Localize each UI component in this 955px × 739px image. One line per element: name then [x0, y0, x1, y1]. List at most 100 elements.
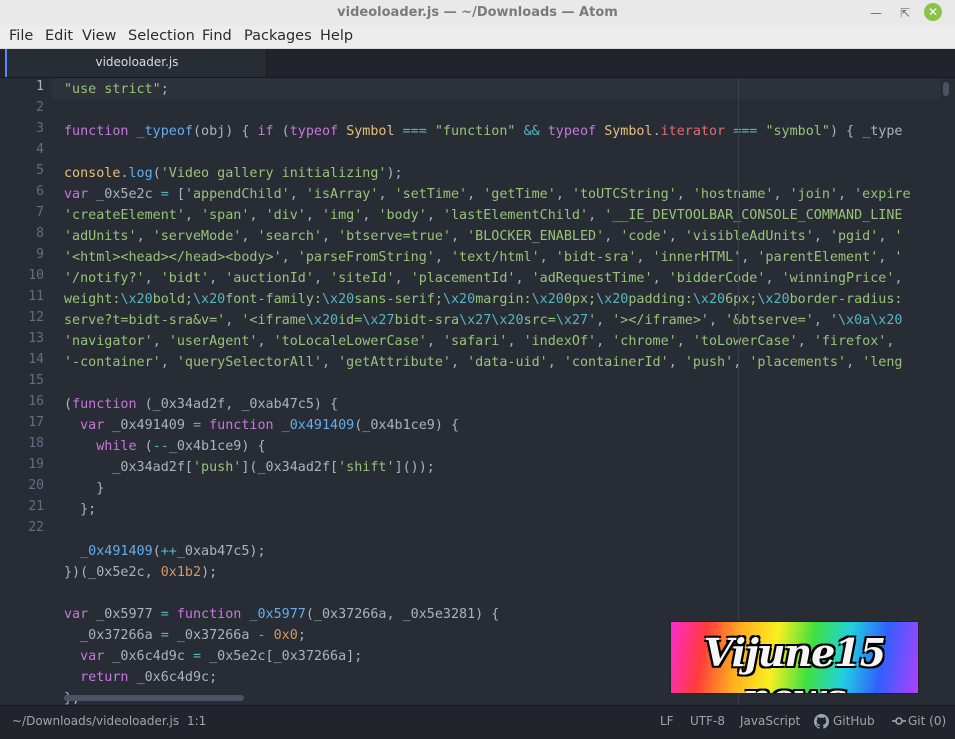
code-token: , — [362, 208, 379, 223]
code-token: 'navigator' — [64, 334, 153, 349]
line-number[interactable]: 8 — [4, 226, 44, 241]
status-encoding[interactable]: UTF-8 — [690, 714, 725, 728]
vertical-scrollbar[interactable] — [943, 82, 949, 96]
minimize-button[interactable]: — — [867, 4, 885, 22]
code-token: , — [322, 229, 339, 244]
code-token: serve?t=bidt-sra&v=' — [64, 313, 226, 328]
code-token: (_0x4b1ce9) { — [354, 418, 460, 433]
close-button[interactable]: ✕ — [924, 3, 942, 21]
code-token: 'Video gallery initializing' — [160, 166, 387, 181]
menu-file[interactable]: File — [9, 28, 33, 44]
code-token: 'placementId' — [410, 271, 516, 286]
code-line[interactable]: "use strict"; — [64, 79, 169, 100]
line-number[interactable]: 17 — [4, 415, 44, 430]
menu-find[interactable]: Find — [202, 28, 232, 44]
line-number[interactable]: 19 — [4, 457, 44, 472]
code-line[interactable]: while (--_0x4b1ce9) { — [64, 436, 265, 457]
code-line[interactable]: function _typeof(obj) { if (typeof Symbo… — [64, 121, 903, 142]
menu-selection[interactable]: Selection — [128, 28, 195, 44]
status-file-path[interactable]: ~/Downloads/videoloader.js — [12, 714, 179, 728]
code-line[interactable]: var _0x5e2c = ['appendChild', 'isArray',… — [64, 184, 911, 205]
line-number[interactable]: 6 — [4, 184, 44, 199]
code-line[interactable]: '/notify?', 'bidt', 'auctionId', 'siteId… — [64, 268, 903, 289]
code-token: '/notify?' — [64, 271, 145, 286]
line-number[interactable]: 21 — [4, 499, 44, 514]
code-token: , — [878, 250, 895, 265]
code-line[interactable]: 'navigator', 'userAgent', 'toLocaleLower… — [64, 331, 894, 352]
menu-view[interactable]: View — [82, 28, 116, 44]
status-cursor-position[interactable]: 1:1 — [187, 714, 206, 728]
github-icon[interactable] — [814, 714, 829, 729]
menu-help[interactable]: Help — [320, 28, 353, 44]
line-number[interactable]: 4 — [4, 142, 44, 157]
code-line[interactable]: 'createElement', 'span', 'div', 'img', '… — [64, 205, 902, 226]
editor-pane[interactable]: 1 2 3 4 5 6 7 8 9 10 11 12 13 14 15 16 17 18 19 20 21 22 "use… — [0, 78, 955, 705]
line-number[interactable]: 1 — [4, 79, 44, 94]
line-number[interactable]: 3 — [4, 121, 44, 136]
status-git[interactable]: Git (0) — [908, 714, 946, 728]
line-number[interactable]: 15 — [4, 373, 44, 388]
line-number-gutter[interactable]: 1 2 3 4 5 6 7 8 9 10 11 12 13 14 15 16 17 18 19 20 21 22 — [0, 78, 52, 705]
line-number[interactable]: 14 — [4, 352, 44, 367]
status-github[interactable]: GitHub — [833, 714, 875, 728]
code-line[interactable]: _0x37266a = _0x37266a - 0x0; — [64, 625, 306, 646]
code-token: 'hostname' — [692, 187, 774, 202]
code-token: , — [281, 250, 298, 265]
code-token: function — [209, 418, 274, 433]
line-number[interactable]: 9 — [4, 247, 44, 262]
code-area[interactable]: "use strict"; function _typeof(obj) { if … — [64, 78, 942, 705]
code-token: \x20 — [442, 292, 476, 307]
code-line[interactable]: '-container', 'querySelectorAll', 'getAt… — [64, 352, 903, 373]
line-number[interactable]: 2 — [4, 100, 44, 115]
code-line[interactable]: return _0x6c4d9c; — [64, 667, 217, 688]
line-number[interactable]: 16 — [4, 394, 44, 409]
code-line[interactable]: })(_0x5e2c, 0x1b2); — [64, 562, 217, 583]
line-number[interactable]: 20 — [4, 478, 44, 493]
tab-videoloader[interactable]: videoloader.js — [5, 49, 267, 77]
code-line[interactable]: 'adUnits', 'serveMode', 'search', 'btser… — [64, 226, 903, 247]
code-line[interactable]: '<html><head></head><body>', 'parseFromS… — [64, 247, 902, 268]
code-token: , — [249, 208, 266, 223]
line-number[interactable]: 5 — [4, 163, 44, 178]
line-number[interactable]: 18 — [4, 436, 44, 451]
code-token: 0px; — [563, 292, 597, 307]
restore-button[interactable]: ⇱ — [896, 4, 914, 22]
code-token: 'toUTCString' — [571, 187, 677, 202]
code-token: , — [813, 313, 830, 328]
code-token: 'firefox' — [813, 334, 887, 349]
menu-packages[interactable]: Packages — [244, 28, 312, 44]
line-number[interactable]: 22 — [4, 520, 44, 535]
code-token: === — [733, 124, 758, 139]
status-grammar[interactable]: JavaScript — [740, 714, 800, 728]
status-bar: ~/Downloads/videoloader.js 1:1 LF UTF-8 … — [0, 705, 955, 739]
code-line[interactable]: var _0x5977 = function _0x5977(_0x37266a… — [64, 604, 499, 625]
menu-edit[interactable]: Edit — [45, 28, 73, 44]
code-line[interactable]: console.log('Video gallery initializing'… — [64, 163, 403, 184]
code-token: ( — [152, 166, 161, 181]
line-number[interactable]: 7 — [4, 205, 44, 220]
code-line[interactable]: var _0x491409 = function _0x491409(_0x4b… — [64, 415, 459, 436]
horizontal-scrollbar[interactable] — [64, 695, 244, 701]
line-number[interactable]: 12 — [4, 310, 44, 325]
line-number[interactable]: 10 — [4, 268, 44, 283]
code-line[interactable]: (function (_0x34ad2f, _0xab47c5) { — [64, 394, 338, 415]
status-line-ending[interactable]: LF — [660, 714, 674, 728]
code-line[interactable]: _0x491409(++_0xab47c5); — [64, 541, 265, 562]
code-line[interactable]: serve?t=bidt-sra&v=', '<iframe\x20id=\x2… — [64, 310, 903, 331]
code-token: 'adRequestTime' — [531, 271, 653, 286]
code-line[interactable]: _0x34ad2f['push'](_0x34ad2f['shift']()); — [64, 457, 435, 478]
code-line[interactable]: }; — [64, 499, 96, 520]
code-token: (_0x34ad2f, _0xab47c5) { — [136, 397, 339, 412]
code-line[interactable]: } — [64, 478, 104, 499]
line-number[interactable]: 11 — [4, 289, 44, 304]
code-token: ; — [160, 82, 169, 97]
code-line[interactable]: weight:\x20bold;\x20font-family:\x20sans… — [64, 289, 903, 310]
code-token: _0x5e2c[_0x37266a]; — [201, 649, 363, 664]
git-commit-icon[interactable] — [892, 714, 906, 729]
line-number[interactable]: 13 — [4, 331, 44, 346]
code-line[interactable]: var _0x6c4d9c = _0x5e2c[_0x37266a]; — [64, 646, 362, 667]
